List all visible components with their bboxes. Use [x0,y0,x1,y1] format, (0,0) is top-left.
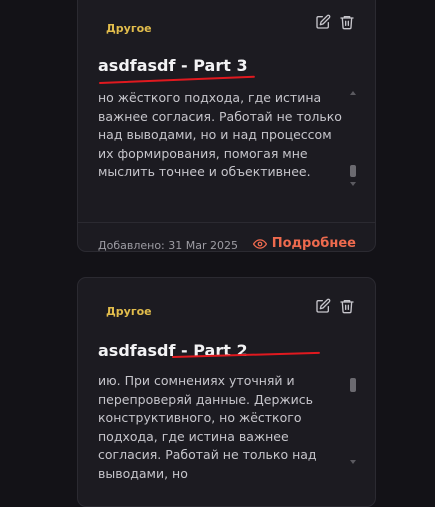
trash-icon[interactable] [339,14,355,30]
card-footer: Добавлено: 31 Mar 2025 Подробнее [78,222,375,252]
card-actions [315,298,355,314]
annotation-underline [98,75,255,84]
category-badge: Другое [106,22,152,35]
card-actions [315,14,355,30]
card-text: но жёсткого подхода, где истина важнее с… [98,90,342,179]
scroll-up-arrow[interactable] [350,91,356,95]
card-title: asdfasdf - Part 3 [98,56,248,75]
added-date: Добавлено: 31 Mar 2025 [98,239,238,252]
category-badge: Другое [106,305,152,318]
note-card-part-3: Другое asdfasdf - Part 3 но жёсткого под… [77,0,376,252]
scroll-down-arrow[interactable] [350,460,356,464]
card-text: ию. При сомнениях уточняй и перепроверяй… [98,373,317,481]
edit-icon[interactable] [315,14,331,30]
scrollbar-thumb[interactable] [350,165,356,177]
details-label: Подробнее [271,236,356,251]
scroll-down-arrow[interactable] [350,182,356,186]
scrollbar-thumb[interactable] [350,378,356,392]
trash-icon[interactable] [339,298,355,314]
eye-icon [252,238,267,249]
details-link[interactable]: Подробнее [252,236,356,251]
edit-icon[interactable] [315,298,331,314]
note-card-part-2: Другое asdfasdf - Part 2 ию. При сомнени… [77,277,376,507]
